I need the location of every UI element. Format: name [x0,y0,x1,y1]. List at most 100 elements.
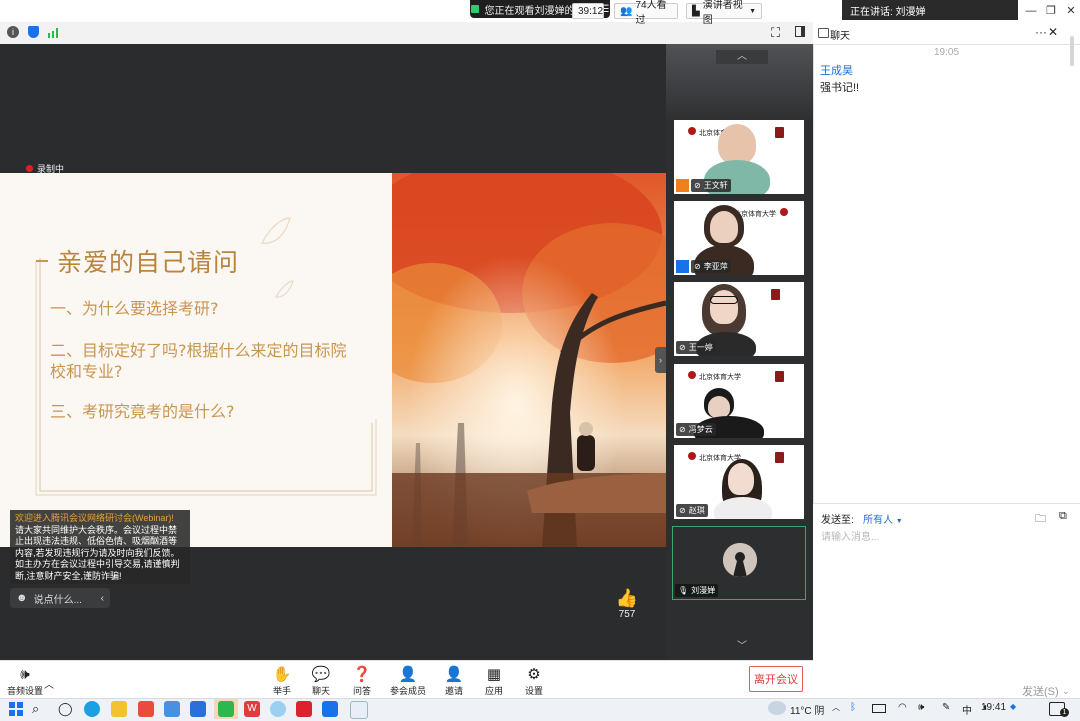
search-icon[interactable]: ⌕ [32,701,48,717]
app-icon-teal[interactable] [270,701,286,717]
expand-strip-handle[interactable]: › [655,347,666,373]
windows-start-icon[interactable] [8,701,24,717]
emoji-icon[interactable]: ☻ [16,592,28,604]
battery-icon[interactable] [872,704,886,713]
scroll-up-button[interactable]: ︿ [716,50,768,64]
restore-button[interactable]: ❐ [1040,3,1062,19]
signal-icon[interactable] [47,26,61,38]
chevron-up-icon[interactable]: ︿ [44,676,54,691]
avatar [723,543,757,577]
wechat-icon[interactable] [218,701,234,717]
cloud-weather-icon [768,701,786,715]
audio-settings-button[interactable]: 🕪 音频设置 [0,666,50,697]
scroll-down-button[interactable]: ﹀ [716,640,768,654]
slide-question-1: 一、为什么要选择考研? [50,299,219,318]
chat-bubble-icon [818,28,829,38]
minimize-button[interactable]: — [1020,3,1042,19]
close-window-button[interactable]: ✕ [1060,3,1080,19]
mic-muted-icon: ⊘ [679,425,686,434]
slide-text-area: 亲爱的自己请问 一、为什么要选择考研? 二、目标定好了吗?根据什么来定的目标院校… [0,173,392,547]
comment-placeholder: 说点什么... [33,594,82,606]
question-icon: ❓ [352,666,372,683]
settings-button[interactable]: ⚙ 设置 [509,666,559,697]
slide-title: 亲爱的自己请问 [57,248,240,277]
tencent-meeting-icon[interactable] [322,701,338,717]
edge-browser-icon[interactable] [84,701,100,717]
leave-label: 离开会议 [754,674,798,686]
chat-input-placeholder[interactable]: 请输入消息... [821,528,879,543]
close-icon[interactable]: ✕ [1048,25,1058,39]
settings-label: 设置 [524,686,543,696]
wps-icon[interactable]: W [244,701,260,717]
like-count: 757 [618,609,636,620]
comment-input[interactable]: ☻ 说点什么... ‹ [10,588,110,608]
fullscreen-icon[interactable]: ⛶ [771,25,780,41]
info-icon[interactable]: i [7,26,19,38]
leave-meeting-button[interactable]: 离开会议 [749,666,803,692]
like-button[interactable]: 👍 757 [612,588,642,620]
participant-name: ⊘ 冯梦云 [676,423,716,436]
clock[interactable]: 19:41 [981,702,1007,713]
browser-icon[interactable] [164,701,180,717]
gear-icon: ⚙ [527,666,541,683]
more-icon[interactable]: ··· [1035,25,1047,39]
file-explorer-icon[interactable] [111,701,127,717]
layout-icon: ▙ [692,5,700,17]
thumbs-up-icon: 👍 [615,588,639,608]
chat-sender-name[interactable]: 王成昊 [820,62,853,78]
participant-tile[interactable]: 北京体育大学 ⊘王文轩 [674,120,804,194]
system-tray-icon[interactable]: ◆ [1010,702,1016,711]
send-to-select[interactable]: 所有人 ▼ [863,511,903,526]
participant-tile[interactable]: ⊘ 王一婷 [674,282,804,356]
input-method-indicator[interactable]: 中 [962,702,972,717]
participant-name: ⊘ 李亚萍 [691,260,731,273]
participant-tile[interactable]: 北京体育大学 ⊘ 李亚萍 [674,201,804,275]
app-icon-red-2[interactable] [296,701,312,717]
view-mode-select[interactable]: ▙ 演讲者视图 ▼ [686,0,762,26]
notification-badge: 1 [1060,708,1069,717]
screenshot-icon[interactable]: ⧉ [1059,510,1067,523]
speaking-indicator: 正在讲话: 刘漫婵 [842,0,1018,20]
viewers-button[interactable]: 👥 74人看过 [614,0,678,26]
cohost-icon [676,260,689,273]
chat-compose-area: 发送至: 所有人 ▼ 🗀 ⧉ 请输入消息... [813,503,1080,661]
chevron-down-icon[interactable]: ⌄ [1062,686,1070,697]
shield-icon[interactable] [28,26,39,38]
volume-icon[interactable]: 🕪 [918,702,924,713]
timer-label: 39:12 [578,5,604,17]
view-mode-label: 演讲者视图 [702,0,743,26]
meeting-timer: 39:12 [572,3,604,19]
members-icon: 👤 [398,666,418,683]
participant-name: ⊘ 王一婷 [676,341,716,354]
app-icon-blue[interactable] [190,701,206,717]
weather-label[interactable]: 11°C 阴 [790,702,824,717]
task-view-icon[interactable]: ◯ [58,701,74,717]
bluetooth-icon[interactable]: ᛒ [850,702,856,713]
slide-question-3: 三、考研究竟考的是什么? [50,402,235,421]
app-icon-red[interactable] [138,701,154,717]
participant-name: ⊘ 王文轩 [691,179,731,192]
chevron-left-icon[interactable]: ‹ [101,593,104,604]
sidebar-toggle-icon[interactable] [795,26,805,37]
mic-muted-icon: ⊘ [679,343,686,352]
participant-tile-active-speaker[interactable]: 🎙 刘漫婵 [672,526,806,600]
viewers-label: 74人看过 [635,0,667,26]
send-button[interactable]: 发送(S) [1022,683,1059,699]
folder-icon[interactable]: 🗀 [1035,510,1046,529]
participant-name: ⊘ 赵琪 [676,504,708,517]
participant-tile[interactable]: 北京体育大学 ⊘ 冯梦云 [674,364,804,438]
notice-headline: 欢迎进入腾讯会议网络研讨会(Webinar)! [15,513,174,523]
audio-label: 音频设置 [6,686,43,696]
people-icon: 👥 [620,5,633,17]
participant-tile[interactable]: 北京体育大学 ⊘ 赵琪 [674,445,804,519]
app-icon-doc[interactable] [350,701,368,719]
presentation-slide: 亲爱的自己请问 一、为什么要选择考研? 二、目标定好了吗?根据什么来定的目标院校… [0,173,666,547]
participant-name: 🎙 刘漫婵 [675,584,719,597]
wifi-icon[interactable]: ◠ [898,702,907,713]
welcome-notice: 欢迎进入腾讯会议网络研讨会(Webinar)! 请大家共同维护大会秩序。会议过程… [10,510,190,584]
pen-icon[interactable]: ✎ [942,702,950,713]
chevron-up-icon[interactable]: ︿ [832,702,840,713]
qa-label: 问答 [352,686,371,696]
qa-button[interactable]: ❓ 问答 [337,666,387,697]
chat-timestamp: 19:05 [933,47,960,58]
